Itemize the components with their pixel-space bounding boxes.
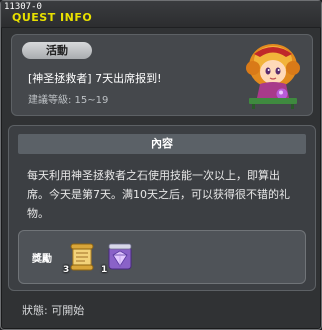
quest-name: [神圣拯救者] 7天出席报到! [28,72,162,85]
content-panel: 內容 每天利用神圣拯救者之石使用技能一次以上，即算出席。今天是第7天。满10天之… [8,125,316,291]
content-header: 內容 [18,134,306,154]
reward-item-count: 3 [63,265,70,275]
recommended-level: 建議等級: 15~19 [28,95,109,106]
content-body: 每天利用神圣拯救者之石使用技能一次以上，即算出席。今天是第7天。满10天之后，可… [27,169,290,220]
scroll-item-icon [70,243,94,271]
quest-summary-card: 活動 [神圣拯救者] 7天出席报到! 建議等級: 15~19 [11,34,313,116]
reward-box: 獎勵 3 1 [18,230,306,284]
quest-status: 狀態: 可開始 [22,304,85,317]
purple-gem-item-icon [108,243,132,270]
reward-item-count: 1 [101,265,108,275]
npc-portrait-icon [246,44,300,109]
title-bar[interactable]: 11307-0 QUEST INFO [1,1,321,28]
reward-item-scroll[interactable]: 3 [63,241,98,275]
quest-info-window: 11307-0 QUEST INFO 活動 [神圣拯救者] 7天出席报到! 建議… [0,0,322,330]
activity-tag: 活動 [22,42,92,59]
reward-label: 獎勵 [32,254,52,265]
reward-item-gem[interactable]: 1 [101,241,136,275]
window-title: QUEST INFO [12,11,93,24]
